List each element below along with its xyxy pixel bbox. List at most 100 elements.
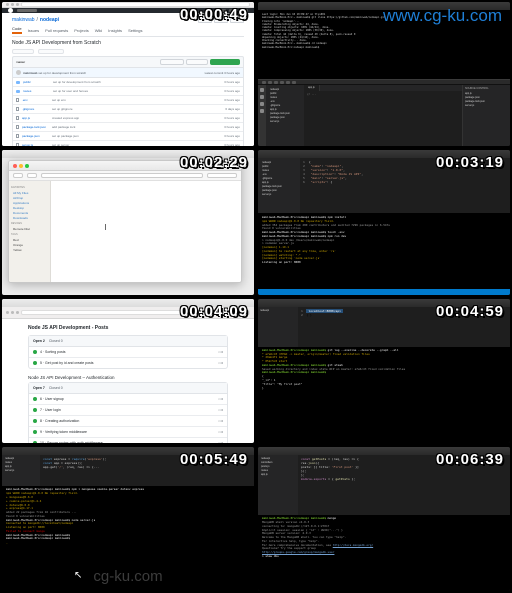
issue-row[interactable]: 4 · Sorting posts□ 0	[29, 347, 227, 358]
content-area[interactable]: I	[51, 181, 241, 281]
tab-settings[interactable]: Settings	[128, 26, 142, 34]
issue-row[interactable]: 10 · Secure routes with auth middleware□…	[29, 438, 227, 443]
watermark: www.cg-ku.com	[383, 6, 502, 26]
issue-row[interactable]: 5 · Get post by id and create posts□ 0	[29, 358, 227, 368]
open-issue-icon	[33, 430, 37, 434]
terminal[interactable]: makinwab-MacBook-Pro:nodeapi makinwab$ m…	[258, 515, 510, 591]
open-issue-icon	[33, 361, 37, 365]
close-icon[interactable]	[13, 164, 17, 168]
clone-button[interactable]	[210, 59, 240, 65]
explorer[interactable]: nodeapicontrollersposts.jsroutesapp.js	[258, 455, 298, 516]
thumb-4[interactable]: 00:03:19 nodeapipublicroutes.env.gitigno…	[258, 150, 510, 294]
owner-link[interactable]: makinwab	[12, 17, 35, 23]
thumb-1[interactable]: 00:00:49 makinwab / nodeapi Co	[2, 2, 254, 146]
upload-button[interactable]	[186, 59, 208, 65]
browser-window: makinwab / nodeapi Code Issues Pull requ…	[2, 2, 254, 146]
file-list: makinwab set up for development from scr…	[12, 68, 244, 146]
zoom-icon[interactable]	[25, 164, 29, 168]
sidebar[interactable]: FAVORITESAll My FilesAirDropApplications…	[9, 181, 51, 281]
branch-select[interactable]	[12, 49, 34, 54]
folder-icon	[16, 90, 20, 93]
terminal[interactable]: makinwab-MacBook-Pro:nodeapi makinwab$ n…	[258, 213, 510, 288]
activity-bar[interactable]	[258, 85, 266, 146]
file-icon	[16, 116, 19, 120]
file-row[interactable]: server.jsset up server3 hours ago	[13, 141, 243, 146]
timestamp: 00:04:59	[436, 303, 504, 320]
tab-issues[interactable]: Issues	[28, 26, 40, 34]
milestone-card-1: Open 2Closed 0 4 · Sorting posts□ 05 · G…	[28, 335, 228, 369]
tab-code[interactable]: Code	[12, 26, 22, 34]
explorer[interactable]: nodeapipublicroutes.env.gitignoreapp.jsp…	[258, 158, 300, 213]
terminal[interactable]: makinwab-MacBook-Pro:nodeapi makinwab$ g…	[258, 347, 510, 443]
file-row[interactable]: .envset up env3 hours ago	[13, 96, 243, 105]
file-icon	[16, 98, 19, 102]
create-file-button[interactable]	[160, 59, 184, 65]
timestamp: 00:02:29	[180, 154, 248, 171]
finder-window: FAVORITESAll My FilesAirDropApplications…	[8, 160, 242, 282]
file-icon	[16, 107, 19, 111]
thumb-7[interactable]: 00:05:49 cg-ku.com nodeapiroutesapp.jsse…	[2, 447, 254, 591]
milestone-2-title: Node JS API Development – Authentication	[28, 375, 228, 380]
latest-commit-row[interactable]: makinwab set up for development from scr…	[13, 68, 243, 78]
file-row[interactable]: publicset up for development from scratc…	[13, 78, 243, 87]
file-icon	[16, 125, 19, 129]
thumb-6[interactable]: 00:04:59 nodeapi 1 localhost:8080/api 2 …	[258, 299, 510, 443]
explorer[interactable]: nodeapi	[258, 307, 298, 347]
timestamp: 00:03:19	[436, 154, 504, 171]
thumb-2[interactable]: www.cg-ku.com Last login: Mon Jun 10 10:…	[258, 2, 510, 146]
back-button[interactable]	[13, 173, 23, 178]
thumb-8[interactable]: 00:06:39 nodeapicontrollersposts.jsroute…	[258, 447, 510, 591]
open-issue-icon	[33, 408, 37, 412]
file-row[interactable]: routesset up for user and heroes3 hours …	[13, 87, 243, 96]
file-row[interactable]: app.jscreated express app3 hours ago	[13, 114, 243, 123]
tab-wiki[interactable]: Wiki	[95, 26, 103, 34]
issue-row[interactable]: 9 · Verifying token middleware□ 0	[29, 427, 227, 438]
sidebar-item[interactable]: Downloads	[11, 215, 48, 220]
minimize-icon[interactable]	[19, 164, 23, 168]
tab-pr[interactable]: Pull requests	[45, 26, 68, 34]
mouse-cursor-icon: ↖	[74, 570, 82, 581]
issue-row[interactable]: 8 · Creating authorization□ 0	[29, 416, 227, 427]
timestamp: 00:06:39	[436, 451, 504, 468]
timestamp: 00:05:49	[180, 451, 248, 468]
tab-projects[interactable]: Projects	[74, 26, 88, 34]
issue-row[interactable]: 7 · User login□ 0	[29, 405, 227, 416]
search-field[interactable]	[207, 173, 237, 178]
file-row[interactable]: package.jsonset up package json3 hours a…	[13, 132, 243, 141]
open-issue-icon	[33, 419, 37, 423]
file-toolbar: master	[12, 56, 244, 68]
view-button[interactable]	[27, 173, 37, 178]
file-row[interactable]: .gitignoreset up gitignore6 days ago	[13, 105, 243, 114]
editor-tab[interactable]: app.js	[304, 85, 320, 91]
sidebar-item[interactable]: Remote Disc	[11, 226, 48, 231]
status-bar	[258, 289, 510, 295]
folder-icon	[16, 81, 20, 84]
file-row[interactable]: package-lock.jsonadd package lock3 hours…	[13, 123, 243, 132]
issue-row[interactable]: 6 · User signup□ 0	[29, 394, 227, 405]
avatar	[16, 70, 21, 75]
new-pr-button[interactable]	[38, 49, 64, 54]
open-issue-icon	[33, 397, 37, 401]
editor[interactable]: app.js // ...	[304, 85, 462, 146]
repo-description: Node JS API Development from Scratch	[12, 40, 244, 46]
timestamp: 00:04:09	[180, 303, 248, 320]
thumb-3[interactable]: 00:02:29 FAVORITESAll My FilesAirDropApp…	[2, 150, 254, 294]
tab-insights[interactable]: Insights	[108, 26, 122, 34]
repo-link[interactable]: nodeapi	[40, 17, 59, 23]
repo-tabs: Code Issues Pull requests Projects Wiki …	[12, 26, 244, 37]
thumbnail-grid: 00:00:49 makinwab / nodeapi Co	[0, 0, 512, 593]
file-icon	[16, 143, 19, 146]
toolbar	[9, 171, 241, 181]
text-cursor-icon: I	[104, 223, 106, 232]
file-icon	[16, 134, 19, 138]
explorer[interactable]: nodeapiroutesapp.jsserver.js	[2, 455, 40, 487]
thumb-5[interactable]: 00:04:09 Node JS API Development - Posts…	[2, 299, 254, 443]
branch-label: master	[16, 60, 25, 64]
watermark-faded: cg-ku.com	[93, 568, 162, 585]
sidebar-item[interactable]: Yellow	[11, 247, 48, 252]
source-control-panel[interactable]: SOURCE CONTROL app.jspackage.jsonpackage…	[462, 85, 510, 146]
explorer[interactable]: nodeapipublicroutes.env.gitignoreapp.jsp…	[266, 85, 304, 146]
open-issue-icon	[33, 441, 37, 443]
page-title: Node JS API Development - Posts	[28, 325, 228, 331]
milestone-card-2: Open 7Closed 0 6 · User signup□ 07 · Use…	[28, 382, 228, 443]
